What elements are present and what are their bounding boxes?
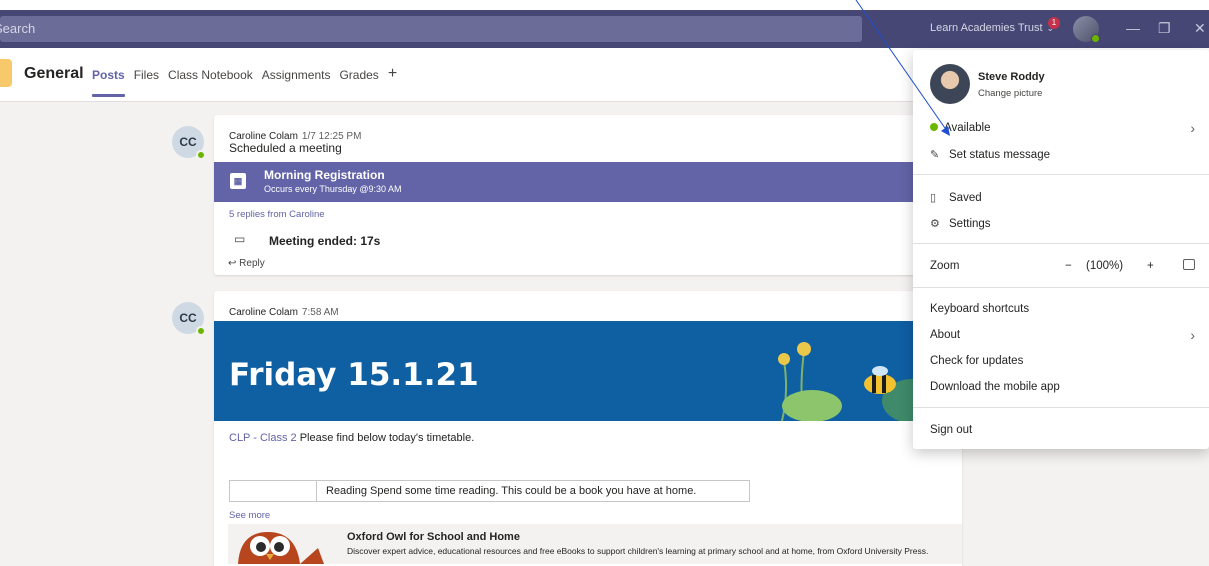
title-bar: Search Learn Academies Trust ⌄ 1 — ❐ ✕ [0,10,1209,48]
chevron-right-icon: › [1190,120,1195,136]
check-updates-item[interactable]: Check for updates [930,355,1023,367]
team-icon [0,59,12,87]
post-card: Caroline Colam 7:58 AM Friday 15.1.21 CLP… [214,291,962,566]
post-banner-image: Friday 15.1.21 [214,321,962,421]
post-timestamp: 7:58 AM [301,307,339,318]
avatar-initials: CC [179,311,197,325]
video-camera-icon: ▭ [234,232,246,246]
channel-mention[interactable]: CLP - Class 2 [229,432,297,444]
menu-divider [913,174,1209,175]
about-item[interactable]: About [930,329,960,341]
chevron-right-icon: › [1190,327,1195,343]
post-body: CLP - Class 2 Please find below today's … [229,432,474,444]
menu-divider [913,287,1209,288]
zoom-level: (100%) [1086,260,1124,272]
meeting-title: Morning Registration [264,168,385,182]
post-author[interactable]: Caroline Colam [229,307,298,318]
presence-available-icon [1091,34,1100,43]
meeting-ended-label: Meeting ended: 17s [269,234,381,248]
presence-available-icon [196,326,206,336]
calendar-icon: ▦ [230,173,246,189]
settings-label: Settings [949,218,991,230]
avatar-initials: CC [179,135,197,149]
menu-divider [913,407,1209,408]
search-input[interactable]: Search [0,16,862,42]
sign-out-item[interactable]: Sign out [930,424,972,436]
reply-label: Reply [239,258,265,269]
see-more-link[interactable]: See more [229,510,270,521]
minimize-button[interactable]: — [1126,20,1140,36]
banner-date: Friday 15.1.21 [229,357,479,393]
restore-button[interactable]: ❐ [1158,20,1171,37]
tab-class-notebook[interactable]: Class Notebook [168,68,253,82]
link-preview-title: Oxford Owl for School and Home [347,531,520,543]
close-button[interactable]: ✕ [1194,20,1206,37]
top-strip [0,0,1209,10]
status-label: Available [944,122,991,134]
tab-grades[interactable]: Grades [339,68,378,82]
post-header: Caroline Colam 7:58 AM [229,302,339,320]
zoom-label: Zoom [930,260,960,272]
channel-title: General [24,65,84,82]
download-mobile-app-item[interactable]: Download the mobile app [930,381,1060,393]
owl-logo-icon [228,524,338,564]
reply-icon: ↩ [228,258,237,269]
replies-link[interactable]: 5 replies from Caroline [229,209,325,220]
link-preview-description: Discover expert advice, educational reso… [347,546,929,556]
status-menu-item[interactable]: Available [930,122,1192,134]
set-status-label: Set status message [949,149,1050,161]
presence-available-icon [930,123,938,131]
timetable-cell [230,481,317,501]
fullscreen-icon[interactable] [1183,259,1195,270]
post-card: Caroline Colam 1/7 12:25 PM Scheduled a m… [214,115,962,275]
zoom-in-button[interactable]: + [1147,260,1154,272]
meeting-card[interactable]: ▦ Morning Registration Occurs every Thur… [214,162,962,202]
add-tab-button[interactable]: + [388,66,397,82]
zoom-out-button[interactable]: − [1065,260,1072,272]
post-text: Scheduled a meeting [229,141,342,155]
reply-button[interactable]: ↩ Reply [228,258,265,269]
profile-avatar-button[interactable] [1073,16,1100,43]
gear-icon: ⚙ [930,218,940,230]
set-status-message-item[interactable]: ✎ Set status message [930,148,1050,161]
saved-menu-item[interactable]: ▯ Saved [930,191,982,204]
edit-icon: ✎ [930,149,940,161]
bookmark-icon: ▯ [930,192,937,204]
avatar[interactable]: CC [172,302,206,336]
presence-available-icon [196,150,206,160]
notification-badge: 1 [1048,17,1060,29]
profile-menu: Steve Roddy Change picture Available › ✎… [913,50,1209,449]
change-picture-link[interactable]: Change picture [978,88,1042,99]
timetable-row-text: Reading Spend some time reading. This co… [326,485,697,497]
profile-name: Steve Roddy [978,71,1045,83]
tab-posts[interactable]: Posts [92,68,125,97]
timetable: Reading Spend some time reading. This co… [229,480,750,502]
tab-assignments[interactable]: Assignments [262,68,331,82]
profile-picture[interactable] [930,64,970,104]
menu-divider [913,243,1209,244]
org-switcher[interactable]: Learn Academies Trust ⌄ [930,22,1054,34]
saved-label: Saved [949,192,982,204]
tab-files[interactable]: Files [134,68,159,82]
org-name: Learn Academies Trust [930,22,1043,34]
meeting-recurrence: Occurs every Thursday @9:30 AM [264,184,402,194]
avatar[interactable]: CC [172,126,206,160]
keyboard-shortcuts-item[interactable]: Keyboard shortcuts [930,303,1029,315]
link-preview-card[interactable]: Oxford Owl for School and Home Discover … [228,524,962,564]
post-text: Please find below today's timetable. [299,432,475,444]
settings-menu-item[interactable]: ⚙ Settings [930,217,991,230]
channel-tabs: Posts Files Class Notebook Assignments G… [92,66,397,97]
